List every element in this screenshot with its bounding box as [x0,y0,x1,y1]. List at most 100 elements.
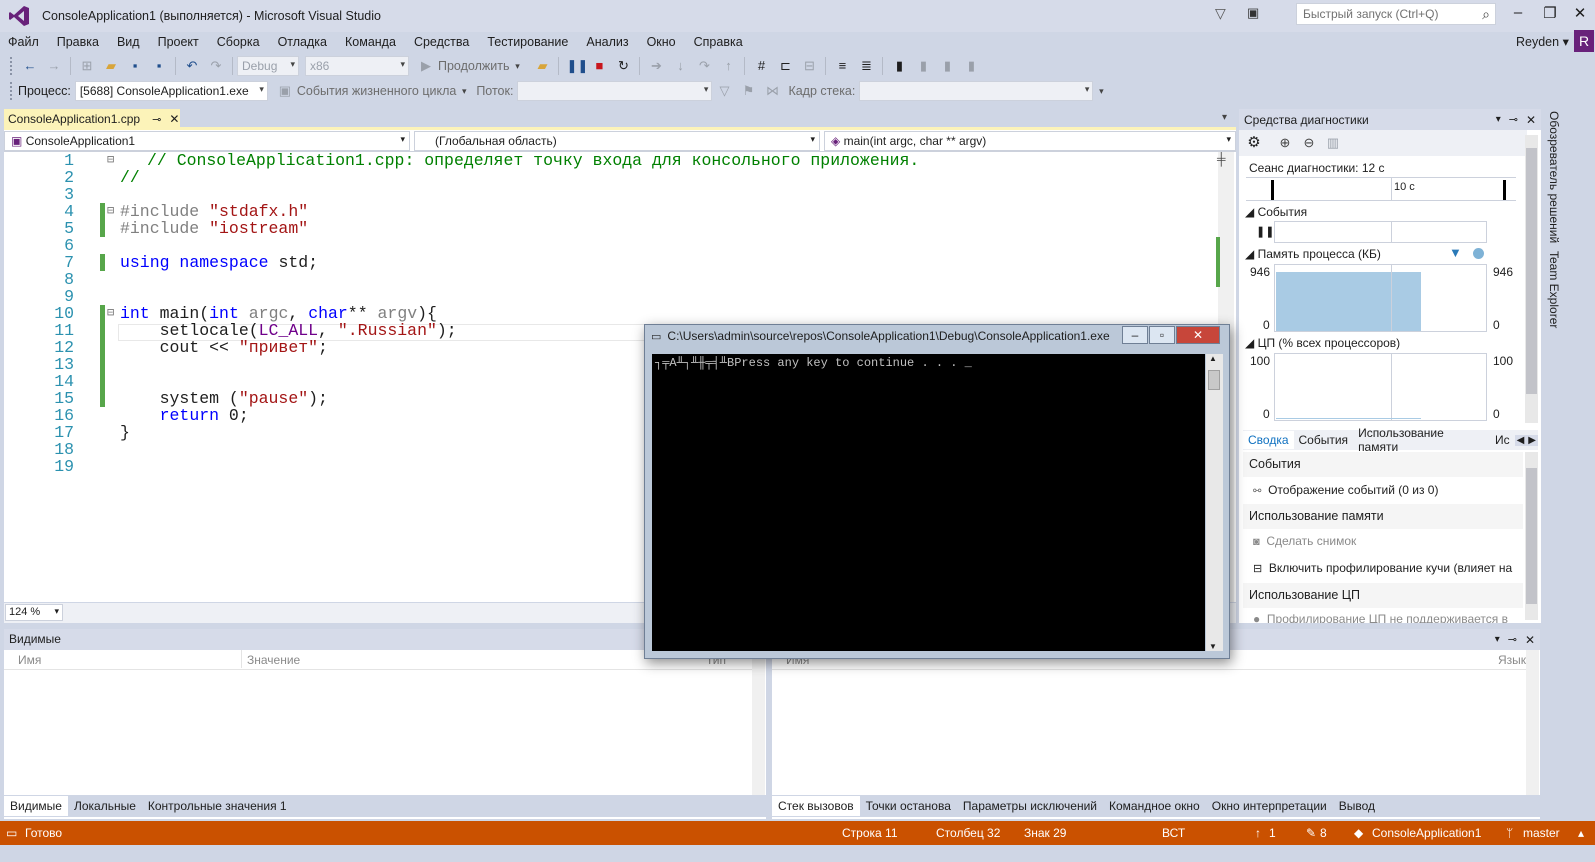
scope-select[interactable]: (Глобальная область) ▾ [414,131,820,151]
prev-bookmark-icon[interactable]: ▮ [914,57,932,75]
quick-launch-input[interactable]: Быстрый запуск (Ctrl+Q) ⌕ [1296,3,1496,25]
console-close-button[interactable]: ✕ [1176,326,1220,344]
zoom-in-icon[interactable]: ⊕ [1276,134,1294,152]
pin-icon[interactable]: ⊸ [1508,633,1517,646]
tab-cpu-usage[interactable]: Ис [1490,431,1515,449]
restore-button[interactable]: ❐ [1539,4,1561,24]
timeline-end-handle[interactable] [1503,180,1506,200]
scroll-left-icon[interactable]: ◀ [1514,434,1527,446]
expand-icon[interactable]: ⋈ [763,82,781,100]
uncomment-icon[interactable]: ≣ [857,57,875,75]
console-maximize-button[interactable]: ▫ [1149,326,1175,344]
tab-call-stack[interactable]: Стек вызовов [772,796,860,816]
menu-edit[interactable]: Правка [57,35,99,49]
cpu-chart[interactable] [1274,353,1487,421]
stack-frame-select[interactable]: ▾ [859,81,1094,101]
member-select[interactable]: ◈ main(int argc, char ** argv) ▾ [824,131,1236,151]
tab-output[interactable]: Вывод [1333,796,1381,816]
chevron-down-icon[interactable]: ▾ [512,57,522,75]
events-section-header[interactable]: ◢ События [1245,205,1307,219]
filter-icon[interactable]: ▽ [715,82,733,100]
autos-scrollbar[interactable] [752,650,765,795]
toolbar-options-icon[interactable]: ▾ [1096,82,1106,100]
column-name[interactable]: Имя [18,653,41,667]
status-unpushed[interactable]: 1 [1269,826,1276,840]
tab-summary[interactable]: Сводка [1243,431,1294,449]
step-out-icon[interactable]: ↑ [719,57,737,75]
tab-events[interactable]: События [1294,431,1354,449]
pin-icon[interactable]: ⊸ [1509,113,1518,126]
timeline-start-handle[interactable] [1271,180,1274,200]
scroll-right-icon[interactable]: ▶ [1526,434,1538,446]
console-window[interactable]: ▭ C:\Users\admin\source\repos\ConsoleApp… [644,324,1230,659]
chevron-up-icon[interactable]: ▴ [1578,826,1584,840]
heap-profiling-toggle[interactable]: ⊟ Включить профилирование кучи (влияет н… [1253,561,1512,575]
collapse-icon[interactable]: ⊟ [107,152,114,169]
menu-help[interactable]: Справка [694,35,743,49]
scrollbar-thumb[interactable] [1526,148,1537,394]
menu-project[interactable]: Проект [158,35,199,49]
tab-exception-settings[interactable]: Параметры исключений [957,796,1103,816]
menu-build[interactable]: Сборка [217,35,260,49]
collapse-icon[interactable]: ⊟ [107,203,114,220]
show-next-statement-icon[interactable]: ➔ [647,57,665,75]
solution-explorer-tab[interactable]: Обозреватель решений [1547,111,1561,243]
cpu-section-header[interactable]: ◢ ЦП (% всех процессоров) [1245,336,1400,350]
tab-immediate-window[interactable]: Окно интерпретации [1206,796,1333,816]
process-select[interactable]: [5688] ConsoleApplication1.exe ▾ [74,81,268,101]
lifecycle-events-button[interactable]: События жизненного цикла [297,84,456,98]
undo-icon[interactable]: ↶ [183,57,201,75]
menu-test[interactable]: Тестирование [487,35,568,49]
chevron-down-icon[interactable]: ▾ [1496,114,1501,125]
scrollbar-thumb[interactable] [1526,468,1537,604]
timeline-ruler[interactable]: 10 с [1246,177,1516,201]
project-select[interactable]: ▣ ConsoleApplication1 ▾ [4,131,410,151]
save-icon[interactable]: ▪ [126,57,144,75]
filter-icon[interactable]: ▽ [1215,5,1226,22]
platform-select[interactable]: x86 ▾ [305,56,409,76]
team-explorer-tab[interactable]: Team Explorer [1547,251,1561,328]
user-name[interactable]: Reyden ▾ [1516,34,1569,49]
call-stack-scrollbar[interactable] [1526,650,1539,795]
console-title-bar[interactable]: ▭ C:\Users\admin\source\repos\ConsoleApp… [651,329,1110,343]
hex-display-icon[interactable]: # [752,57,770,75]
redo-icon[interactable]: ↷ [207,57,225,75]
comment-out-icon[interactable]: ≡ [833,57,851,75]
thread-select[interactable]: ▾ [517,81,713,101]
close-icon[interactable]: ✕ [169,112,179,126]
close-icon[interactable]: ✕ [1525,633,1535,647]
zoom-select[interactable]: 124 % ▾ [5,604,63,621]
next-bookmark-icon[interactable]: ▮ [938,57,956,75]
gear-icon[interactable]: ⚙ [1245,134,1263,152]
zoom-out-icon[interactable]: ⊖ [1300,134,1318,152]
scrollbar-thumb[interactable] [1208,370,1220,390]
show-events-link[interactable]: ⚯ Отображение событий (0 из 0) [1253,483,1438,497]
split-icon[interactable]: ╪ [1217,152,1226,166]
threads-icon[interactable]: ⊏ [776,57,794,75]
status-repository[interactable]: ConsoleApplication1 [1372,826,1481,840]
lifecycle-events-icon[interactable]: ▣ [276,82,294,100]
tab-breakpoints[interactable]: Точки останова [860,796,957,816]
play-icon[interactable]: ▶ [417,57,435,75]
tab-list-chevron-icon[interactable]: ▾ [1222,112,1227,123]
events-track[interactable] [1274,221,1487,243]
scroll-up-icon[interactable]: ▲ [1209,354,1217,363]
publish-icon[interactable]: ↑ [1255,826,1261,840]
continue-button[interactable]: Продолжить [438,59,509,73]
flag-icon[interactable]: ⚑ [739,82,757,100]
repo-icon[interactable]: ◆ [1354,826,1363,840]
status-changes[interactable]: 8 [1320,826,1327,840]
close-button[interactable]: ✕ [1569,4,1591,24]
new-project-icon[interactable]: ⊞ [78,57,96,75]
bookmark-icon[interactable]: ▮ [890,57,908,75]
stop-icon[interactable]: ■ [590,57,608,75]
avatar[interactable]: R [1574,30,1594,52]
reset-view-icon[interactable]: ▥ [1324,134,1342,152]
open-file-icon[interactable]: ▰ [102,57,120,75]
pin-icon[interactable]: ⊸ [152,113,161,126]
status-branch[interactable]: master [1523,826,1560,840]
feedback-icon[interactable]: ▣ [1247,5,1259,21]
toolbar-grip[interactable] [10,57,14,75]
pencil-icon[interactable]: ✎ [1306,826,1316,840]
memory-chart[interactable] [1274,264,1487,332]
